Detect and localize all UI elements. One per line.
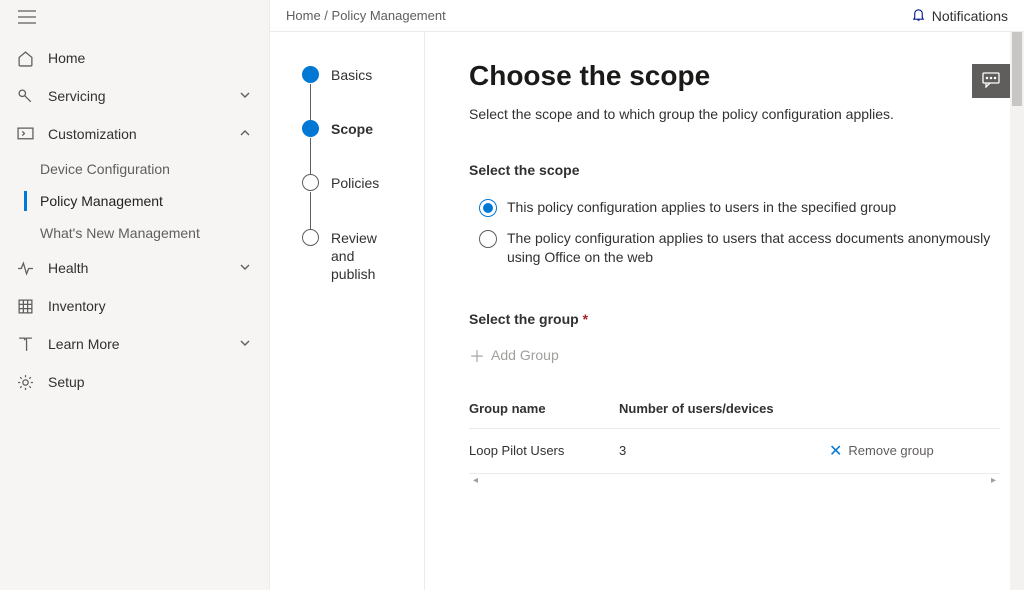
chat-icon — [982, 72, 1000, 91]
grid-icon — [16, 297, 34, 315]
scope-section-label: Select the scope — [469, 162, 1000, 178]
step-scope[interactable]: Scope — [302, 120, 382, 174]
hamburger-menu[interactable] — [0, 0, 269, 35]
step-dot — [302, 120, 319, 137]
home-icon — [16, 49, 34, 67]
step-dot — [302, 174, 319, 191]
chevron-down-icon — [239, 336, 253, 352]
breadcrumb-current: Policy Management — [332, 8, 446, 23]
step-policies[interactable]: Policies — [302, 174, 382, 228]
health-icon — [16, 259, 34, 277]
table-row: Loop Pilot Users 3 ✕ Remove group — [469, 429, 1000, 473]
scope-radio-anonymous[interactable]: The policy configuration applies to user… — [469, 225, 1000, 275]
nav-inventory-label: Inventory — [48, 298, 253, 314]
wrench-icon — [16, 87, 34, 105]
nav-customization[interactable]: Customization — [0, 115, 269, 153]
subnav-device-configuration[interactable]: Device Configuration — [0, 153, 269, 185]
step-basics[interactable]: Basics — [302, 66, 382, 120]
chevron-down-icon — [239, 260, 253, 276]
plus-icon: ＋ — [469, 343, 485, 367]
radio-indicator — [479, 230, 497, 248]
scroll-right-icon: ▸ — [991, 475, 996, 486]
subnav-whatsnew-label: What's New Management — [40, 225, 200, 241]
remove-group-label: Remove group — [848, 443, 933, 458]
step-label: Policies — [331, 174, 379, 192]
nav-home[interactable]: Home — [0, 39, 269, 77]
scope-radio-group: This policy configuration applies to use… — [469, 194, 1000, 275]
sidebar: Home Servicing Customization Device Conf… — [0, 0, 270, 590]
subnav-policy-label: Policy Management — [40, 193, 163, 209]
subnav-policy-management[interactable]: Policy Management — [0, 185, 269, 217]
col-group-name: Group name — [469, 401, 619, 416]
close-icon: ✕ — [829, 441, 842, 461]
remove-group-button[interactable]: ✕ Remove group — [829, 441, 1000, 461]
subnav-device-label: Device Configuration — [40, 161, 170, 177]
breadcrumb: Home / Policy Management — [286, 8, 911, 23]
group-table: Group name Number of users/devices Loop … — [469, 389, 1000, 474]
step-dot — [302, 66, 319, 83]
chevron-down-icon — [239, 88, 253, 104]
gear-icon — [16, 373, 34, 391]
cell-group-name: Loop Pilot Users — [469, 443, 619, 458]
nav-health[interactable]: Health — [0, 249, 269, 287]
radio-label: This policy configuration applies to use… — [507, 198, 896, 217]
step-label: Basics — [331, 66, 372, 84]
nav-servicing-label: Servicing — [48, 88, 239, 104]
add-group-button[interactable]: ＋ Add Group — [469, 343, 1000, 367]
cell-user-count: 3 — [619, 443, 829, 458]
step-label: Review and publish — [331, 229, 382, 284]
chevron-up-icon — [239, 126, 253, 142]
step-dot — [302, 229, 319, 246]
nav-customization-label: Customization — [48, 126, 239, 142]
horizontal-scrollbar[interactable]: ◂ ▸ — [469, 474, 1000, 488]
nav-learn-more[interactable]: Learn More — [0, 325, 269, 363]
page-title: Choose the scope — [469, 60, 1000, 92]
breadcrumb-home[interactable]: Home — [286, 8, 321, 23]
step-review[interactable]: Review and publish — [302, 229, 382, 284]
topbar: Home / Policy Management Notifications — [270, 0, 1024, 32]
nav-setup[interactable]: Setup — [0, 363, 269, 401]
nav-inventory[interactable]: Inventory — [0, 287, 269, 325]
col-user-count: Number of users/devices — [619, 401, 829, 416]
table-header: Group name Number of users/devices — [469, 389, 1000, 429]
nav-setup-label: Setup — [48, 374, 253, 390]
nav-home-label: Home — [48, 50, 253, 66]
nav-health-label: Health — [48, 260, 239, 276]
stepper: Basics Scope Policies Review and publish — [270, 32, 425, 590]
nav-servicing[interactable]: Servicing — [0, 77, 269, 115]
scope-radio-users-in-group[interactable]: This policy configuration applies to use… — [469, 194, 1000, 225]
scroll-left-icon: ◂ — [473, 475, 478, 486]
radio-indicator — [479, 199, 497, 217]
bell-icon — [911, 7, 926, 25]
scrollbar-thumb[interactable] — [1012, 32, 1022, 106]
add-group-label: Add Group — [491, 347, 559, 363]
form-panel: Choose the scope Select the scope and to… — [425, 32, 1024, 590]
customize-icon — [16, 125, 34, 143]
subnav-whats-new[interactable]: What's New Management — [0, 217, 269, 249]
vertical-scrollbar[interactable] — [1010, 32, 1024, 590]
radio-label: The policy configuration applies to user… — [507, 229, 1000, 267]
notifications-label: Notifications — [932, 8, 1008, 24]
notifications-button[interactable]: Notifications — [911, 7, 1008, 25]
book-icon — [16, 335, 34, 353]
nav-learn-label: Learn More — [48, 336, 239, 352]
step-label: Scope — [331, 120, 373, 138]
feedback-button[interactable] — [972, 64, 1010, 98]
page-subtitle: Select the scope and to which group the … — [469, 106, 1000, 122]
group-section-label: Select the group — [469, 311, 1000, 327]
